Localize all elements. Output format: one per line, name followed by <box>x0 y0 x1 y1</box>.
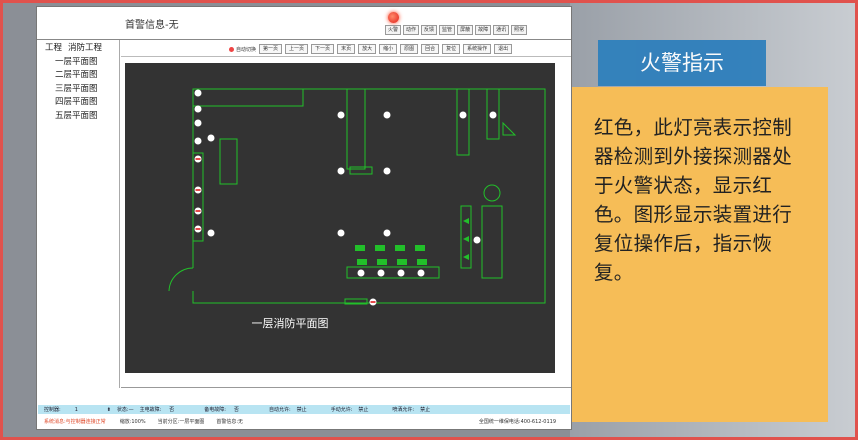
video-frame-border <box>0 0 858 440</box>
